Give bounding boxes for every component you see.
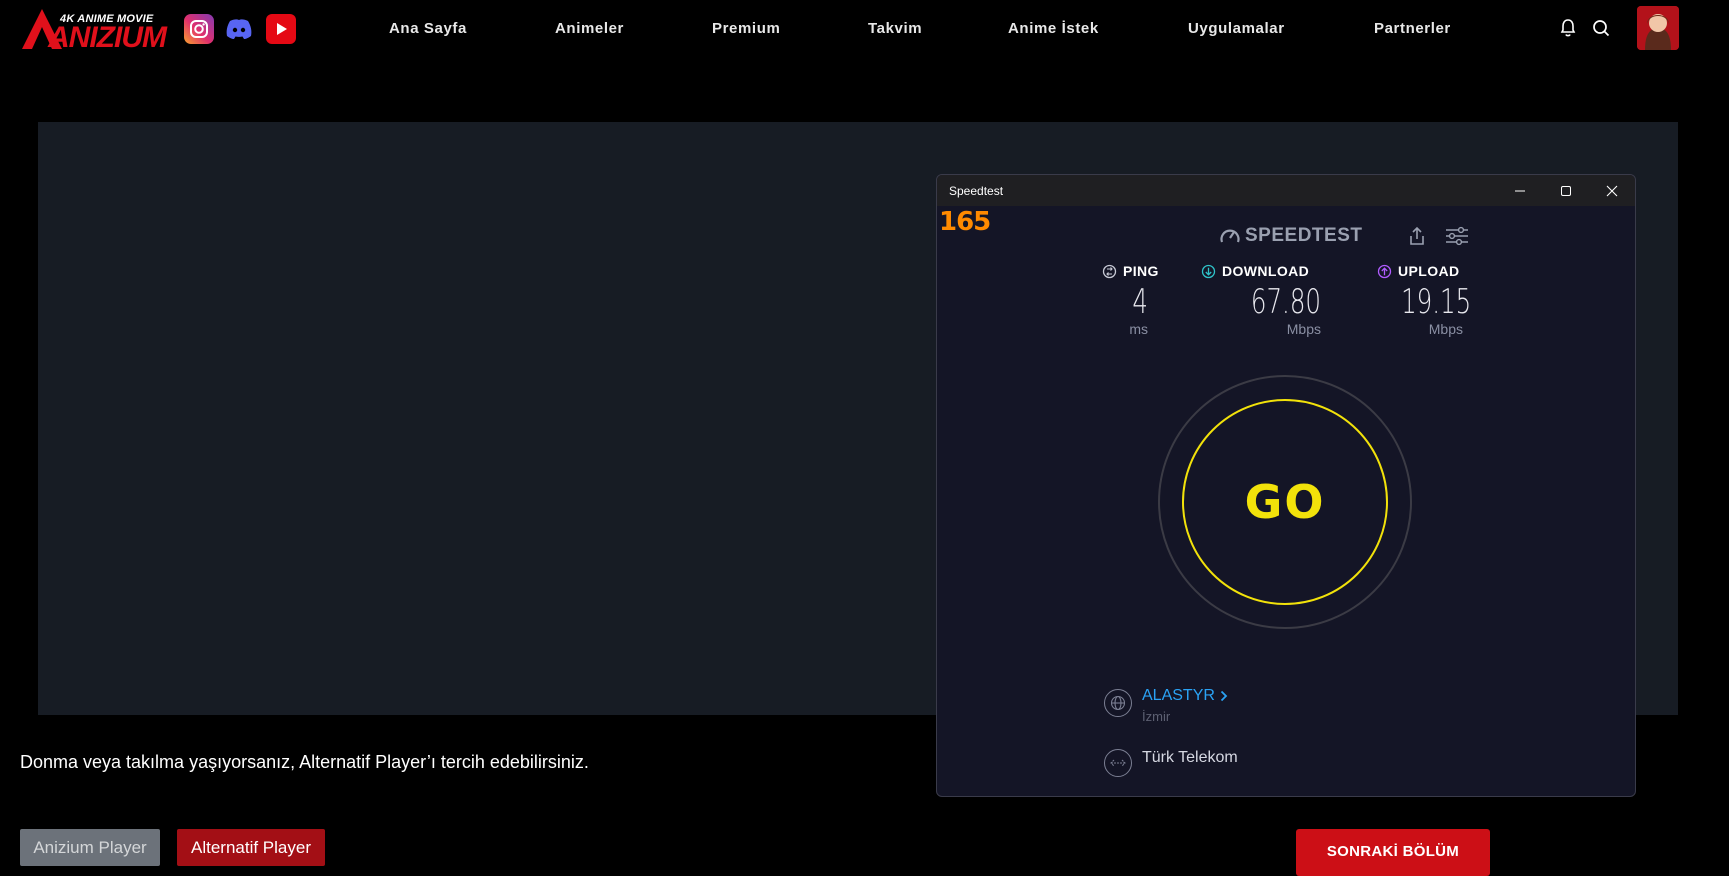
nav-ana-sayfa[interactable]: Ana Sayfa (389, 0, 467, 56)
download-label-row: DOWNLOAD (1201, 263, 1321, 279)
alternatif-player-button[interactable]: Alternatif Player (177, 829, 325, 866)
share-icon[interactable] (1406, 225, 1428, 247)
download-arrow-icon (1201, 264, 1216, 278)
anizium-player-button[interactable]: Anizium Player (20, 829, 160, 866)
nav-anime-istek[interactable]: Anime İstek (1008, 0, 1099, 56)
speedtest-brand: SPEEDTEST (1219, 225, 1362, 247)
ping-unit: ms (1129, 321, 1148, 337)
window-title: Speedtest (949, 184, 1004, 198)
bell-icon[interactable] (1557, 17, 1579, 39)
nav-uygulamalar[interactable]: Uygulamalar (1188, 0, 1285, 56)
ping-label-row: PING (1102, 263, 1160, 279)
isp-name: Türk Telekom (1142, 749, 1238, 766)
logo-wordmark: ANIZIUM (48, 21, 167, 54)
nav-takvim[interactable]: Takvim (868, 0, 922, 56)
fps-counter: 165 (939, 207, 991, 237)
minimize-button[interactable] (1497, 175, 1543, 206)
download-metric: DOWNLOAD 67.80 Mbps (1201, 263, 1321, 337)
user-avatar[interactable] (1637, 6, 1679, 50)
ping-metric: PING 4 ms (1102, 263, 1160, 337)
youtube-icon (277, 23, 287, 35)
close-icon (1606, 185, 1618, 196)
site-logo[interactable]: 4K ANIME MOVIE ANIZIUM (18, 5, 167, 54)
minimize-icon (1515, 190, 1525, 191)
go-label: GO (1244, 475, 1326, 529)
nav-animeler[interactable]: Animeler (555, 0, 624, 56)
speedtest-window: Speedtest 165 SPEEDTEST PING 4 ms DOWNLO… (936, 174, 1636, 797)
settings-sliders-icon[interactable] (1444, 225, 1470, 247)
upload-label: UPLOAD (1398, 263, 1460, 279)
ping-value: 4 (1132, 282, 1148, 322)
discord-link[interactable] (224, 14, 254, 44)
instagram-icon (190, 20, 208, 38)
player-notice: Donma veya takılma yaşıyorsanız, Alterna… (20, 752, 589, 772)
download-value: 67.80 (1250, 282, 1321, 322)
upload-metric: UPLOAD 19.15 Mbps (1377, 263, 1472, 337)
ping-label: PING (1123, 263, 1159, 279)
upload-value: 19.15 (1401, 282, 1472, 322)
nav-premium[interactable]: Premium (712, 0, 780, 56)
close-button[interactable] (1589, 175, 1635, 206)
youtube-link[interactable] (266, 14, 296, 44)
server-city: İzmir (1142, 709, 1171, 724)
upload-label-row: UPLOAD (1377, 263, 1463, 279)
window-titlebar[interactable]: Speedtest (937, 175, 1635, 206)
discord-icon (226, 19, 252, 39)
upload-arrow-icon (1377, 264, 1392, 278)
server-host: ALASTYR (1142, 687, 1215, 704)
isp-connection-icon (1104, 749, 1132, 777)
upload-unit: Mbps (1428, 321, 1463, 337)
speedometer-icon (1220, 229, 1240, 243)
maximize-button[interactable] (1543, 175, 1589, 206)
chevron-right-icon (1220, 690, 1228, 702)
site-header: 4K ANIME MOVIE ANIZIUM Ana Sayfa Animele… (0, 0, 1729, 56)
nav-partnerler[interactable]: Partnerler (1374, 0, 1451, 56)
go-button[interactable]: GO (1182, 399, 1388, 605)
brand-text: SPEEDTEST (1245, 225, 1363, 246)
next-episode-button[interactable]: SONRAKİ BÖLÜM (1296, 829, 1490, 876)
download-label: DOWNLOAD (1222, 263, 1310, 279)
instagram-link[interactable] (184, 14, 214, 44)
ping-icon (1102, 264, 1117, 278)
server-selector[interactable]: ALASTYR (1142, 687, 1229, 705)
server-globe-icon (1104, 689, 1132, 717)
maximize-icon (1561, 185, 1571, 196)
search-icon[interactable] (1590, 17, 1612, 39)
download-unit: Mbps (1286, 321, 1321, 337)
